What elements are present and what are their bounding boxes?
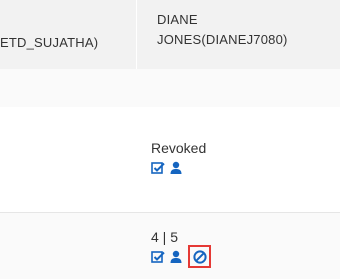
column-header-line2: JONES(DIANEJ7080) xyxy=(157,32,288,47)
user-icon[interactable] xyxy=(169,250,183,264)
checkbox-check-icon[interactable] xyxy=(151,161,165,175)
column-header-user-1: ETD_SUJATHA) xyxy=(0,35,99,50)
checkbox-check-icon[interactable] xyxy=(151,250,165,264)
count-text: 4 | 5 xyxy=(151,229,178,245)
ban-icon xyxy=(192,249,207,264)
row-actions xyxy=(151,160,187,176)
column-header-line1: DIANE xyxy=(157,12,198,27)
column-header-user-2: DIANE JONES(DIANEJ7080) xyxy=(157,10,288,50)
user-icon[interactable] xyxy=(169,161,183,175)
table-row xyxy=(0,213,340,279)
row-actions xyxy=(151,249,187,265)
column-divider xyxy=(136,0,137,69)
revoke-button[interactable] xyxy=(188,245,211,268)
table-row xyxy=(0,69,340,108)
status-text: Revoked xyxy=(151,140,207,156)
